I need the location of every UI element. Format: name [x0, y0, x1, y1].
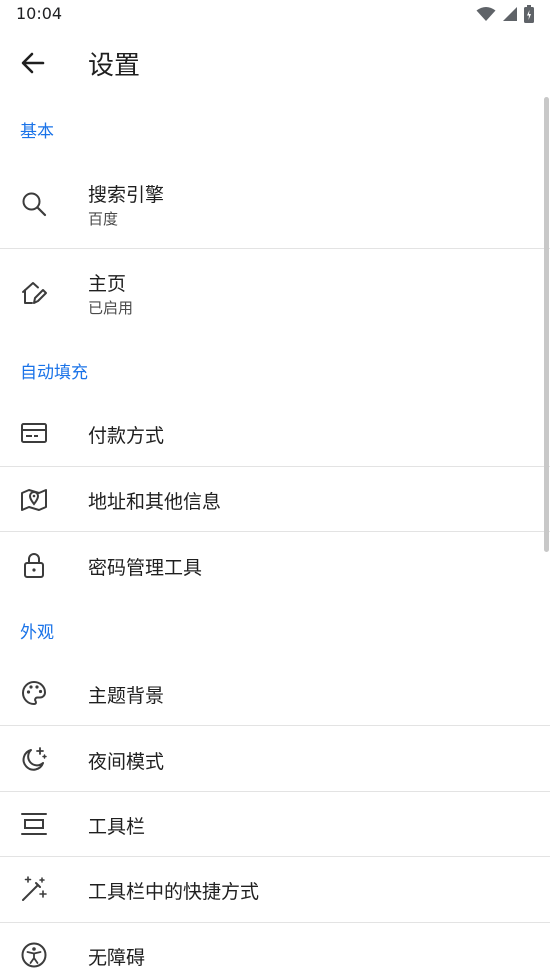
address-title: 地址和其他信息 — [88, 491, 222, 513]
accessibility-item[interactable]: 无障碍 — [0, 923, 550, 979]
homepage-subtitle: 已启用 — [88, 299, 134, 317]
page-title: 设置 — [88, 51, 141, 81]
status-icons — [476, 5, 534, 23]
search-engine-item[interactable]: 搜索引擎 百度 — [0, 160, 550, 248]
toolbar-shortcut-item[interactable]: 工具栏中的快捷方式 — [0, 857, 550, 922]
accessibility-title: 无障碍 — [88, 947, 146, 969]
app-bar: 设置 — [0, 30, 550, 96]
search-engine-subtitle: 百度 — [88, 210, 119, 228]
credit-card-icon — [20, 419, 48, 447]
palette-icon — [20, 679, 48, 707]
signal-icon — [502, 6, 518, 22]
lock-icon — [20, 551, 48, 579]
home-edit-icon — [20, 279, 48, 307]
moon-stars-icon — [20, 745, 48, 773]
section-header-basic: 基本 — [20, 122, 54, 142]
toolbar-icon — [20, 810, 48, 838]
payment-methods-title: 付款方式 — [88, 425, 165, 447]
status-time: 10:04 — [16, 4, 63, 23]
payment-methods-item[interactable]: 付款方式 — [0, 400, 550, 466]
toolbar-title: 工具栏 — [88, 816, 146, 838]
password-manager-item[interactable]: 密码管理工具 — [0, 532, 550, 598]
status-bar: 10:04 — [0, 0, 550, 30]
wifi-icon — [476, 6, 496, 22]
address-item[interactable]: 地址和其他信息 — [0, 467, 550, 531]
search-engine-title: 搜索引擎 — [88, 184, 165, 206]
theme-item[interactable]: 主题背景 — [0, 660, 550, 725]
password-manager-title: 密码管理工具 — [88, 557, 203, 579]
magic-wand-icon — [20, 875, 48, 903]
scrollbar[interactable] — [544, 97, 549, 552]
accessibility-icon — [20, 941, 48, 969]
toolbar-shortcut-title: 工具栏中的快捷方式 — [88, 881, 260, 903]
night-mode-item[interactable]: 夜间模式 — [0, 726, 550, 791]
search-icon — [20, 190, 48, 218]
toolbar-item[interactable]: 工具栏 — [0, 792, 550, 856]
homepage-title: 主页 — [88, 273, 127, 295]
section-header-autofill: 自动填充 — [20, 363, 88, 383]
homepage-item[interactable]: 主页 已启用 — [0, 249, 550, 337]
section-header-appearance: 外观 — [20, 623, 54, 643]
map-pin-icon — [20, 485, 48, 513]
night-mode-title: 夜间模式 — [88, 751, 165, 773]
theme-title: 主题背景 — [88, 685, 165, 707]
back-button[interactable] — [16, 46, 50, 80]
arrow-back-icon — [16, 46, 50, 80]
battery-icon — [524, 5, 534, 23]
